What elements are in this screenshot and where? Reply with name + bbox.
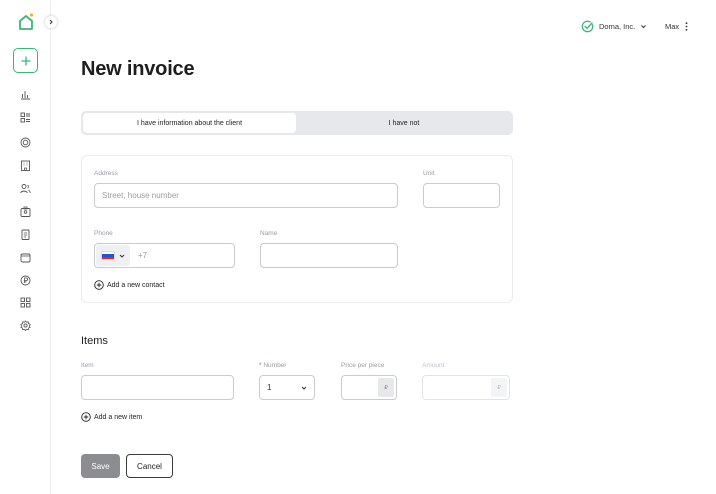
user-name: Max (665, 21, 680, 31)
number-label: * Number (259, 362, 286, 369)
item-input[interactable] (81, 375, 234, 400)
required-mark: * (259, 362, 262, 369)
amount-currency: ₽ (491, 378, 507, 397)
price-input[interactable]: ₽ (341, 375, 397, 400)
name-label: Name (260, 230, 278, 237)
document-icon[interactable] (19, 228, 31, 240)
client-info-toggle: I have information about the client I ha… (81, 111, 513, 135)
add-circle-icon (94, 280, 104, 290)
sidebar (0, 0, 51, 494)
toggle-option-has-client[interactable]: I have information about the client (83, 113, 296, 133)
badge-icon[interactable] (19, 205, 31, 217)
address-placeholder: Street, house number (102, 191, 179, 200)
phone-input[interactable]: +7 (94, 243, 235, 268)
russia-flag-icon (101, 251, 115, 260)
unit-label: Unit (423, 170, 435, 177)
add-contact-label: Add a new contact (107, 281, 165, 289)
amount-label: Amount (422, 362, 445, 369)
company-name: Doma, Inc. (599, 21, 636, 31)
price-currency: ₽ (378, 378, 394, 397)
number-label-text: Number (263, 362, 287, 369)
company-switcher[interactable]: Doma, Inc. (581, 19, 647, 33)
number-value: 1 (267, 383, 272, 392)
plus-icon (20, 55, 31, 66)
items-section-title: Items (81, 335, 108, 347)
save-button[interactable]: Save (81, 454, 120, 478)
home-logo[interactable] (18, 13, 34, 31)
country-code-selector[interactable] (96, 245, 130, 266)
add-item-button[interactable]: Add a new item (81, 412, 142, 422)
chevron-right-icon (49, 19, 53, 25)
item-label: Item (81, 362, 94, 369)
add-item-label: Add a new item (94, 413, 143, 421)
add-circle-icon (81, 412, 91, 422)
phone-prefix: +7 (138, 251, 148, 260)
address-label: Address (94, 170, 118, 177)
wallet-icon[interactable] (19, 251, 31, 263)
name-input[interactable] (260, 243, 398, 268)
settings-icon[interactable] (19, 319, 31, 331)
target-icon[interactable] (19, 136, 31, 148)
create-button[interactable] (13, 48, 38, 73)
user-menu[interactable]: Max (665, 19, 688, 33)
list-grid-icon[interactable] (19, 111, 31, 123)
more-vertical-icon (685, 21, 688, 31)
chevron-down-icon (119, 254, 125, 258)
chevron-down-icon (641, 24, 647, 28)
unit-input[interactable] (423, 183, 500, 208)
bar-chart-icon[interactable] (19, 88, 31, 100)
cancel-button[interactable]: Cancel (126, 454, 173, 478)
currency-icon[interactable] (19, 274, 31, 286)
check-circle-icon (581, 20, 594, 32)
phone-label: Phone (94, 230, 113, 237)
chevron-down-icon (301, 386, 307, 390)
building-icon[interactable] (19, 159, 31, 171)
price-label: Price per piece (341, 362, 385, 369)
users-icon[interactable] (19, 182, 31, 194)
toggle-option-no-client[interactable]: I have not (297, 113, 511, 133)
number-select[interactable]: 1 (259, 375, 315, 400)
page-title: New invoice (81, 58, 195, 80)
address-input[interactable]: Street, house number (94, 183, 398, 208)
add-contact-button[interactable]: Add a new contact (94, 280, 165, 290)
amount-input: ₽ (422, 375, 510, 400)
client-info-card: Address Street, house number Unit Phone … (81, 155, 513, 303)
apps-icon[interactable] (19, 296, 31, 308)
sidebar-collapse-button[interactable] (45, 16, 57, 28)
